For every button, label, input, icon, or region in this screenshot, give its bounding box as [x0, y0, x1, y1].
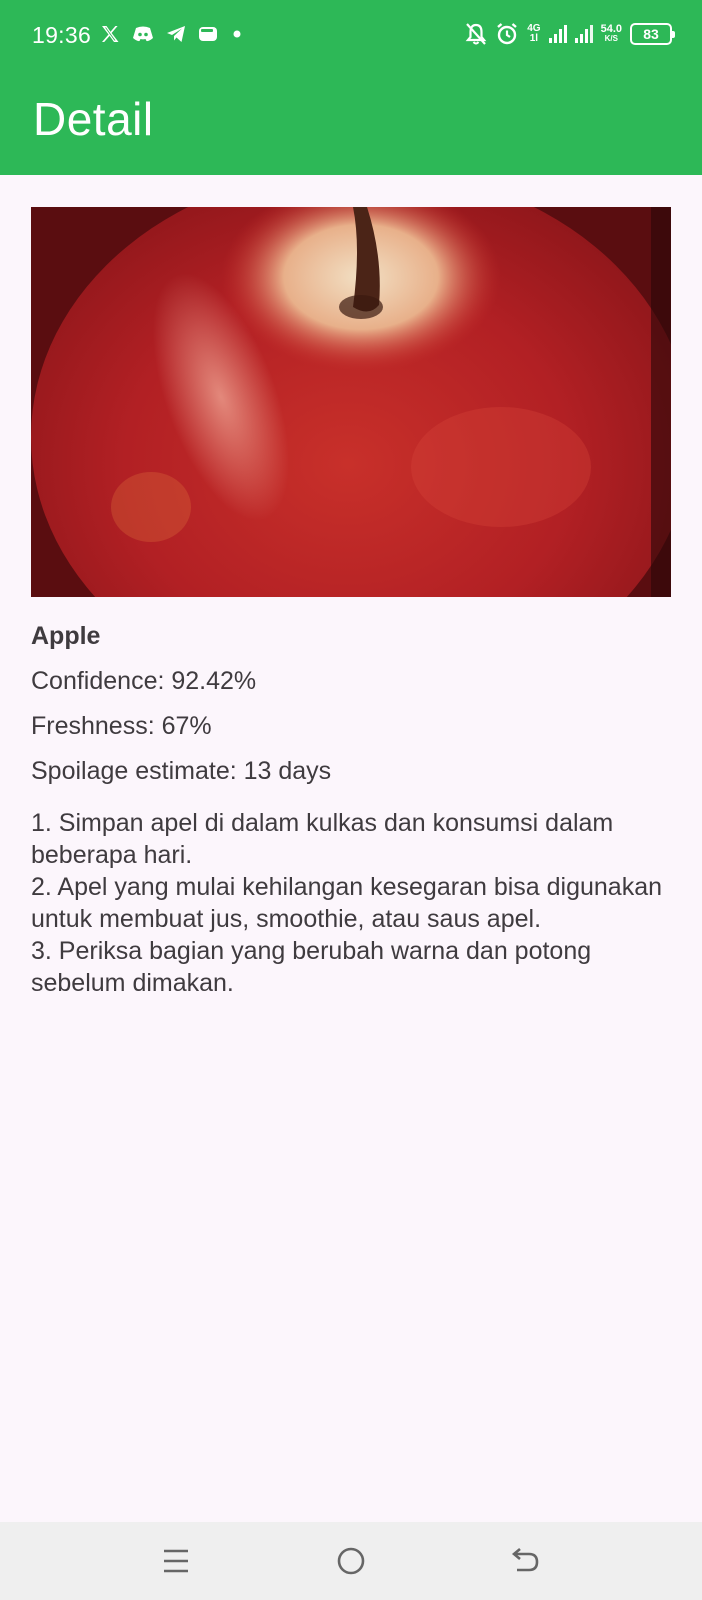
- signal-icon-2: [574, 24, 593, 44]
- x-icon: [100, 24, 120, 44]
- dot-icon: [230, 27, 244, 41]
- battery-icon: 83: [630, 23, 675, 45]
- speed-value: 54.0: [600, 23, 622, 35]
- signal-icon-1: [548, 24, 567, 44]
- wallet-icon: [198, 25, 218, 43]
- tips-list: 1. Simpan apel di dalam kulkas dan konsu…: [31, 807, 671, 999]
- freshness-text: Freshness: 67%: [31, 712, 212, 740]
- discord-icon: [132, 25, 154, 43]
- speed-unit: K/S: [604, 34, 618, 43]
- spoilage-text: Spoilage estimate: 13 days: [31, 757, 332, 785]
- detail-screen: 19:36 4G 1l 54.0 K/S 83 Detail Apple Con…: [0, 0, 702, 1600]
- tip-item: 2. Apel yang mulai kehilangan kesegaran …: [31, 873, 663, 933]
- fruit-image: [31, 207, 671, 597]
- alarm-icon: [495, 22, 519, 46]
- status-bar: 19:36 4G 1l 54.0 K/S 83: [0, 0, 702, 72]
- network-sub-label: 1l: [529, 33, 539, 44]
- network-type: 4G 1l: [527, 24, 540, 44]
- system-icons: 4G 1l 54.0 K/S 83: [465, 19, 675, 49]
- confidence-text: Confidence: 92.42%: [31, 667, 257, 695]
- bell-off-icon: [465, 22, 487, 46]
- fruit-name: Apple: [31, 622, 101, 650]
- tip-item: 3. Periksa bagian yang berubah warna dan…: [31, 937, 592, 997]
- status-time: 19:36: [32, 22, 92, 48]
- network-speed: 54.0 K/S: [601, 24, 622, 44]
- menu-icon[interactable]: [159, 1544, 193, 1578]
- telegram-icon: [166, 25, 186, 43]
- page-title: Detail: [33, 93, 154, 145]
- battery-level: 83: [643, 26, 659, 42]
- navigation-bar: [0, 1522, 702, 1600]
- tip-item: 1. Simpan apel di dalam kulkas dan konsu…: [31, 809, 614, 869]
- home-icon[interactable]: [334, 1544, 368, 1578]
- back-icon[interactable]: [508, 1544, 542, 1578]
- notification-icons: [100, 20, 244, 48]
- detail-content: Apple Confidence: 92.42% Freshness: 67% …: [31, 207, 671, 999]
- top-bar: 19:36 4G 1l 54.0 K/S 83 Detail: [0, 0, 702, 175]
